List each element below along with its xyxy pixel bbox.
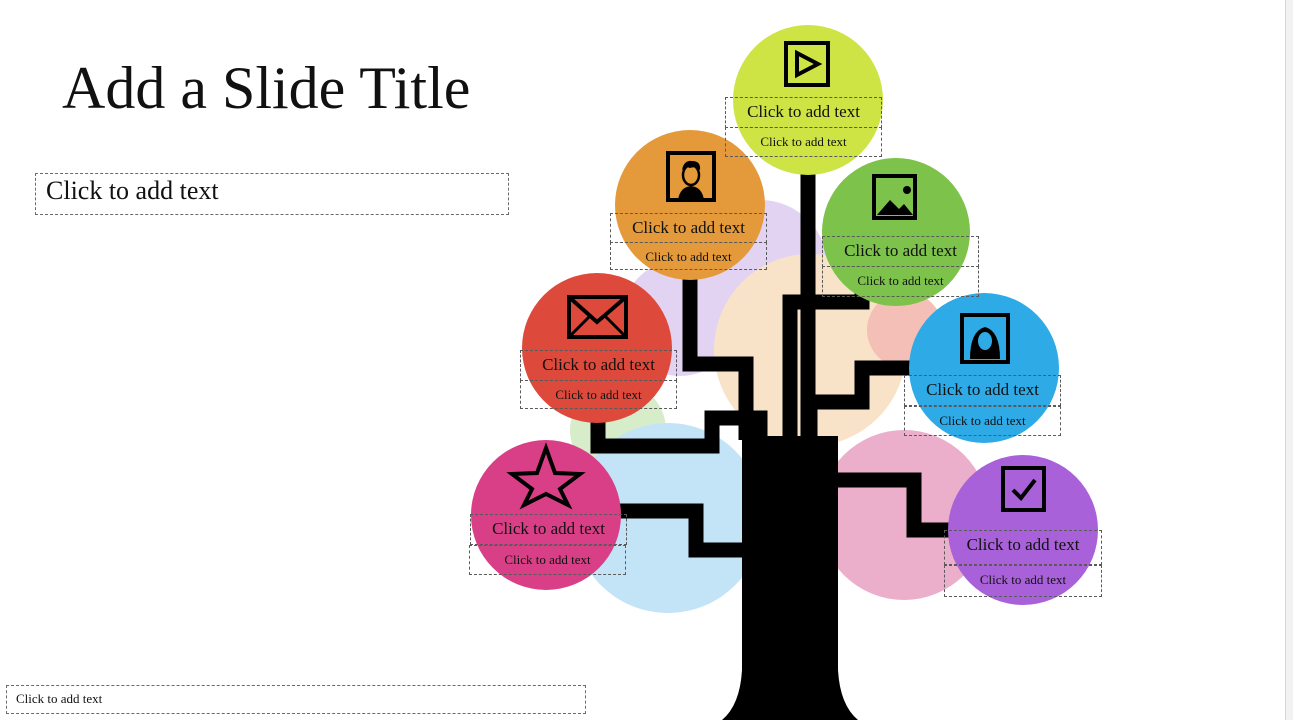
node-star-sublabel[interactable]: Click to add text [469,545,626,575]
slide-title[interactable]: Add a Slide Title [62,58,470,118]
node-mail-sublabel[interactable]: Click to add text [520,380,677,409]
footer-text-placeholder[interactable]: Click to add text [6,685,586,714]
node-video-label[interactable]: Click to add text [725,97,882,128]
node-man-label[interactable]: Click to add text [610,213,767,243]
slide-canvas: Add a Slide Title Click to add text Clic… [0,0,1285,720]
node-star-label[interactable]: Click to add text [470,514,627,545]
body-text-placeholder[interactable]: Click to add text [35,173,509,215]
node-video-sublabel[interactable]: Click to add text [725,127,882,157]
node-picture-sublabel[interactable]: Click to add text [822,266,979,297]
node-picture-label[interactable]: Click to add text [822,236,979,267]
node-check-sublabel[interactable]: Click to add text [944,565,1102,597]
node-mail-label[interactable]: Click to add text [520,350,677,381]
node-check-label[interactable]: Click to add text [944,530,1102,565]
node-man-sublabel[interactable]: Click to add text [610,242,767,270]
node-woman-label[interactable]: Click to add text [904,375,1061,406]
editor-edge-scrollbar[interactable] [1285,0,1293,720]
node-woman-sublabel[interactable]: Click to add text [904,406,1061,436]
